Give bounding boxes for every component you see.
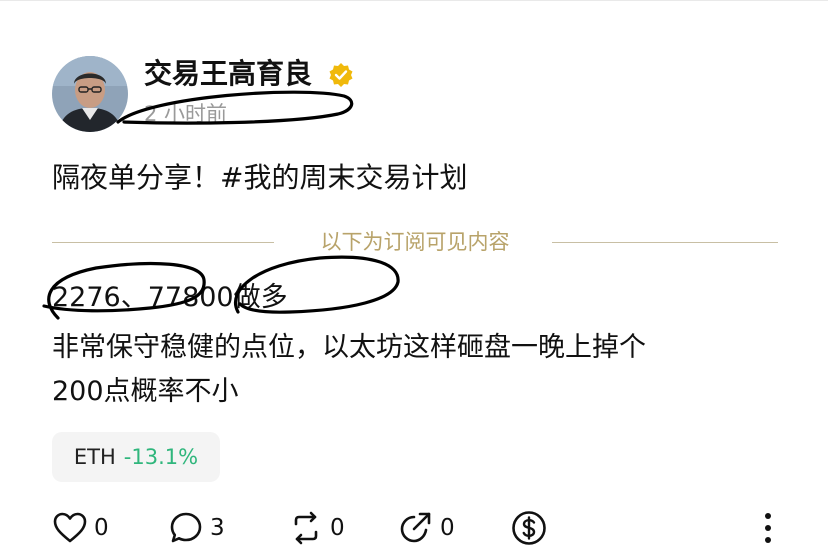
repost-count: 0	[330, 515, 345, 541]
top-separator	[0, 0, 828, 1]
dollar-coin-icon	[512, 511, 546, 545]
ticker-symbol: ETH	[73, 445, 116, 469]
post-body-line: 非常保守稳健的点位，以太坊这样砸盘一晚上掉个	[52, 332, 646, 363]
tip-button[interactable]	[510, 508, 548, 548]
repost-icon	[294, 511, 318, 545]
post-body-line: 200点概率不小	[52, 376, 239, 407]
comment-count: 3	[210, 515, 225, 541]
comment-button[interactable]: 3	[168, 508, 225, 548]
heart-icon	[53, 512, 87, 543]
like-count: 0	[94, 515, 109, 541]
more-vertical-icon	[765, 513, 771, 543]
post-title: 隔夜单分享！#我的周末交易计划	[52, 161, 468, 194]
like-button[interactable]: 0	[52, 508, 109, 548]
author-name[interactable]: 交易王高育良	[144, 56, 312, 92]
more-options-button[interactable]	[756, 508, 780, 548]
post-action-bar: 0 3 0 0	[0, 508, 828, 552]
divider-line-right	[552, 242, 778, 243]
share-count: 0	[440, 515, 455, 541]
share-button[interactable]: 0	[398, 508, 455, 548]
comment-icon	[170, 512, 202, 543]
post-timestamp: 2 小时前	[144, 102, 228, 126]
post-body-line: 2276、77800做多	[52, 282, 288, 313]
share-icon	[400, 512, 431, 543]
ticker-change: -13.1%	[123, 445, 199, 469]
repost-button[interactable]: 0	[288, 508, 345, 548]
subscription-divider: 以下为订阅可见内容	[52, 226, 778, 258]
avatar[interactable]	[52, 56, 128, 132]
ticker-tag[interactable]: ETH -13.1%	[52, 432, 220, 482]
verified-badge-icon	[328, 62, 354, 88]
